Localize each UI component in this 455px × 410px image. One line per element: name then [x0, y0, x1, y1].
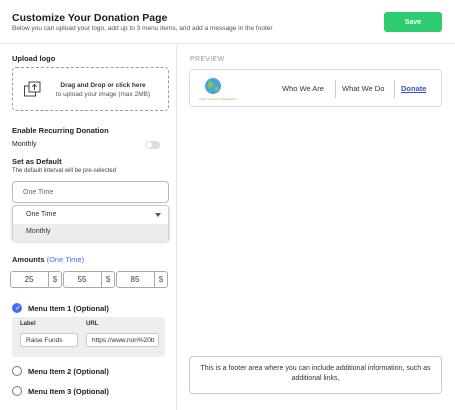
currency-symbol: $ [154, 272, 167, 287]
amount-value: 55 [77, 275, 87, 284]
menu-item-3-radio[interactable] [12, 386, 22, 396]
nav-donate-link[interactable]: Donate [401, 84, 426, 93]
nav-divider [335, 80, 336, 98]
page-title: Customize Your Donation Page [12, 12, 168, 24]
menu-label-input[interactable]: Raise Funds [20, 333, 78, 347]
menu-item-1-label: Menu Item 1 (Optional) [28, 304, 109, 313]
upload-instruction: Drag and Drop or click here [60, 82, 146, 89]
logo-text: LIVE LAUGH LOVE EARTH [199, 97, 237, 101]
amount-field-1[interactable]: 25 $ [10, 271, 62, 288]
menu-item-3-label: Menu Item 3 (Optional) [28, 387, 109, 396]
upload-dropzone[interactable]: Drag and Drop or click here to upload yo… [12, 67, 169, 111]
default-interval-hint: The default interval will be pre-selecte… [12, 168, 117, 174]
monthly-label: Monthly [12, 141, 37, 148]
nav-who-we-are[interactable]: Who We Are [282, 84, 324, 93]
default-interval-select[interactable]: One Time [12, 181, 169, 203]
preview-footer: This is a footer area where you can incl… [189, 356, 442, 394]
dropdown-option-monthly[interactable]: Monthly [13, 224, 168, 241]
page-subtitle: Below you can upload your logo, add up t… [12, 25, 273, 32]
preview-navbar: LIVE LAUGH LOVE EARTH Who We Are What We… [189, 69, 442, 107]
amount-value: 25 [24, 275, 34, 284]
url-header: URL [86, 321, 99, 327]
recurring-label: Enable Recurring Donation [12, 126, 109, 135]
menu-item-2-radio[interactable] [12, 366, 22, 376]
amounts-title: Amounts [12, 255, 45, 264]
page-header: Customize Your Donation Page Below you c… [0, 0, 455, 44]
menu-item-2-label: Menu Item 2 (Optional) [28, 367, 109, 376]
currency-symbol: $ [48, 272, 61, 287]
dropdown-option-one-time[interactable]: One Time [13, 206, 168, 223]
label-header: Label [20, 321, 36, 327]
nav-divider [394, 80, 395, 98]
interval-dropdown: One Time Monthly [12, 205, 169, 241]
currency-symbol: $ [101, 272, 114, 287]
amounts-suffix: (One Time) [46, 255, 85, 264]
default-interval-label: Set as Default [12, 157, 62, 166]
monthly-toggle[interactable] [145, 141, 160, 149]
check-icon: ✓ [15, 305, 21, 312]
toggle-knob [146, 142, 152, 148]
amounts-label: Amounts (One Time) [12, 255, 84, 264]
amount-field-3[interactable]: 85 $ [116, 271, 168, 288]
chevron-down-icon[interactable] [155, 213, 161, 217]
menu-url-input[interactable]: https://www.non%20b [86, 333, 159, 347]
save-button[interactable]: Save [384, 12, 442, 32]
upload-logo-label: Upload logo [12, 54, 56, 63]
menu-item-1-radio[interactable]: ✓ [12, 303, 22, 313]
preview-label: PREVIEW [190, 56, 225, 63]
amount-value: 85 [130, 275, 140, 284]
upload-icon [24, 81, 41, 97]
amount-field-2[interactable]: 55 $ [63, 271, 115, 288]
nav-what-we-do[interactable]: What We Do [342, 84, 384, 93]
upload-hint: to upload your image (max 2MB) [55, 91, 151, 98]
menu-item-1-panel: Label URL Raise Funds https://www.non%20… [12, 317, 165, 357]
